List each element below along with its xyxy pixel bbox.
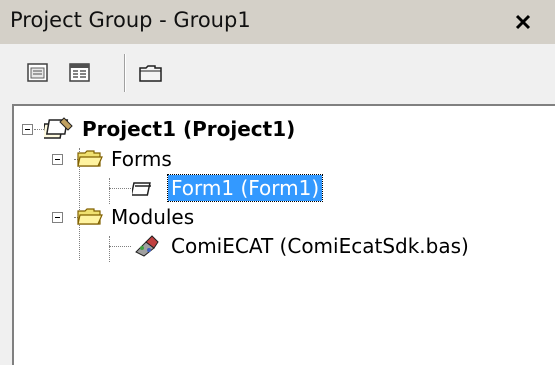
tree-node-form1[interactable]: Form1 (Form1) [14,174,414,203]
project-icon [44,117,73,139]
modules-folder-label: Modules [111,205,195,229]
close-button[interactable] [510,10,536,34]
toolbar [0,44,555,96]
tree-node-module-comiecat[interactable]: ComiECAT (ComiEcatSdk.bas) [14,233,544,261]
close-icon [515,14,531,30]
view-code-button[interactable] [68,62,92,84]
toggle-folders-button[interactable] [136,62,166,84]
project-label: Project1 (Project1) [82,117,296,141]
forms-folder-label: Forms [111,147,172,171]
tree-node-modules-folder[interactable]: Modules [14,204,314,232]
title-bar[interactable]: Project Group - Group1 [0,0,555,44]
project-explorer-window: Project Group - Group1 Project1 (Project… [0,0,555,365]
form1-label: Form1 (Form1) [166,174,324,202]
collapse-icon[interactable] [52,212,63,223]
module-icon [135,235,159,257]
project-tree[interactable]: Project1 (Project1) Forms Form1 (Form1) [12,104,555,365]
tree-node-project[interactable]: Project1 (Project1) [14,116,414,144]
view-object-button[interactable] [26,62,50,84]
folder-icon [139,65,162,82]
folder-open-icon [77,208,103,225]
collapse-icon[interactable] [52,154,63,165]
window-title: Project Group - Group1 [10,8,251,32]
module-comiecat-label: ComiECAT (ComiEcatSdk.bas) [171,234,469,258]
form-icon [132,182,151,196]
collapse-icon[interactable] [22,124,33,135]
view-code-icon [69,63,90,82]
view-object-icon [27,63,48,82]
toolbar-separator [124,54,126,92]
folder-open-icon [77,150,103,167]
tree-node-forms-folder[interactable]: Forms [14,146,314,174]
